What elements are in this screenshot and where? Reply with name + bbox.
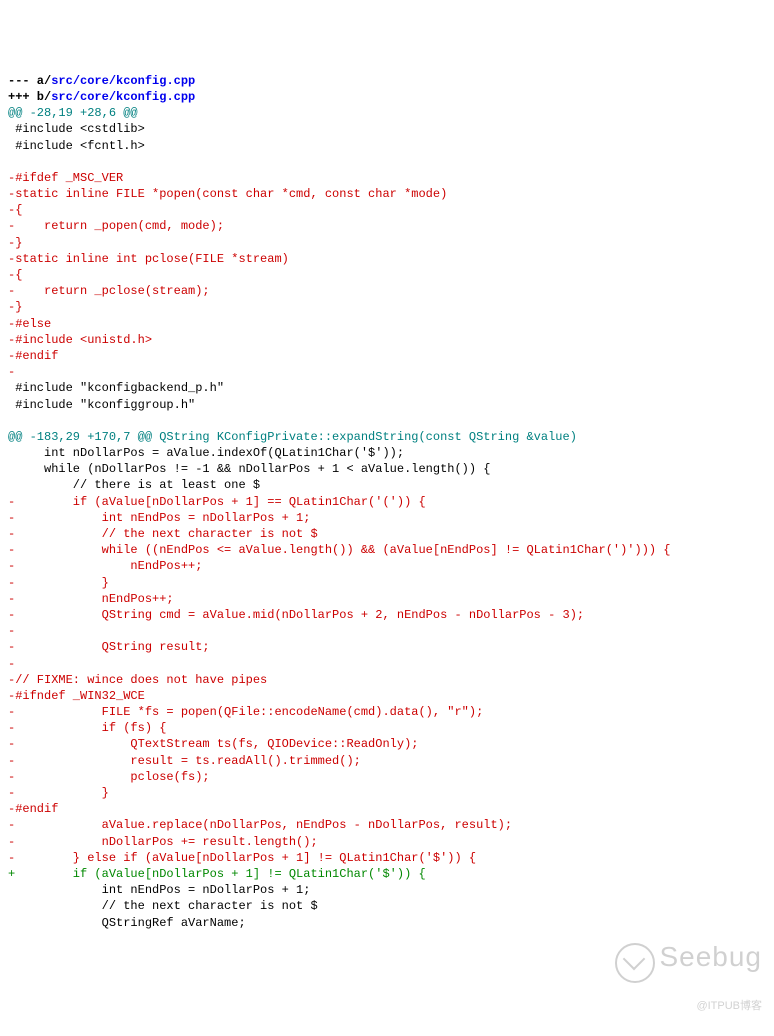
diff-minus-prefix: --- a/ <box>8 74 51 88</box>
deleted-line: - nDollarPos += result.length(); <box>8 835 318 849</box>
context-line: while (nDollarPos != -1 && nDollarPos + … <box>8 462 490 476</box>
watermark-main: Seebug <box>659 941 762 972</box>
deleted-line: - nEndPos++; <box>8 559 202 573</box>
context-line: #include "kconfigbackend_p.h" <box>8 381 224 395</box>
deleted-line: - pclose(fs); <box>8 770 210 784</box>
context-line: // the next character is not $ <box>8 899 318 913</box>
deleted-line: -#else <box>8 317 51 331</box>
deleted-line: -static inline FILE *popen(const char *c… <box>8 187 447 201</box>
deleted-line: - QString cmd = aValue.mid(nDollarPos + … <box>8 608 584 622</box>
deleted-line: -{ <box>8 203 22 217</box>
context-line: #include <cstdlib> <box>8 122 145 136</box>
deleted-line: - result = ts.readAll().trimmed(); <box>8 754 361 768</box>
diff-plus-path: src/core/kconfig.cpp <box>51 90 195 104</box>
context-line: #include "kconfiggroup.h" <box>8 398 195 412</box>
context-line: int nDollarPos = aValue.indexOf(QLatin1C… <box>8 446 404 460</box>
context-line: int nEndPos = nDollarPos + 1; <box>8 883 310 897</box>
deleted-line: - // the next character is not $ <box>8 527 318 541</box>
watermark-sub: @ITPUB博客 <box>609 999 762 1014</box>
deleted-line: - QString result; <box>8 640 210 654</box>
deleted-line: -#endif <box>8 349 58 363</box>
deleted-line: - FILE *fs = popen(QFile::encodeName(cmd… <box>8 705 483 719</box>
deleted-line: - } <box>8 576 109 590</box>
deleted-line: - while ((nEndPos <= aValue.length()) &&… <box>8 543 671 557</box>
diff-minus-path: src/core/kconfig.cpp <box>51 74 195 88</box>
deleted-line: - aValue.replace(nDollarPos, nEndPos - n… <box>8 818 512 832</box>
deleted-line: - <box>8 624 15 638</box>
watermark-logo-icon <box>615 943 655 983</box>
deleted-line: - return _popen(cmd, mode); <box>8 219 224 233</box>
deleted-line: -} <box>8 300 22 314</box>
deleted-line: - QTextStream ts(fs, QIODevice::ReadOnly… <box>8 737 418 751</box>
hunk-header-1: @@ -28,19 +28,6 @@ <box>8 106 138 120</box>
deleted-line: - if (aValue[nDollarPos + 1] == QLatin1C… <box>8 495 426 509</box>
watermark: Seebug @ITPUB博客 <box>609 922 762 1030</box>
deleted-line: -{ <box>8 268 22 282</box>
deleted-line: -static inline int pclose(FILE *stream) <box>8 252 289 266</box>
context-line: // there is at least one $ <box>8 478 260 492</box>
hunk-header-2: @@ -183,29 +170,7 @@ QString KConfigPriv… <box>8 430 577 444</box>
deleted-line: - } else if (aValue[nDollarPos + 1] != Q… <box>8 851 476 865</box>
deleted-line: -#endif <box>8 802 58 816</box>
context-line <box>8 155 15 169</box>
deleted-line: -#ifndef _WIN32_WCE <box>8 689 145 703</box>
deleted-line: - if (fs) { <box>8 721 166 735</box>
context-line: #include <fcntl.h> <box>8 139 145 153</box>
deleted-line: - nEndPos++; <box>8 592 174 606</box>
deleted-line: - } <box>8 786 109 800</box>
deleted-line: - return _pclose(stream); <box>8 284 210 298</box>
added-line: + if (aValue[nDollarPos + 1] != QLatin1C… <box>8 867 426 881</box>
diff-plus-prefix: +++ b/ <box>8 90 51 104</box>
deleted-line: -#include <unistd.h> <box>8 333 152 347</box>
context-line: QStringRef aVarName; <box>8 916 246 930</box>
deleted-line: - int nEndPos = nDollarPos + 1; <box>8 511 310 525</box>
deleted-line: - <box>8 365 15 379</box>
deleted-line: -#ifdef _MSC_VER <box>8 171 123 185</box>
context-line <box>8 414 15 428</box>
deleted-line: - <box>8 657 15 671</box>
deleted-line: -// FIXME: wince does not have pipes <box>8 673 267 687</box>
deleted-line: -} <box>8 236 22 250</box>
